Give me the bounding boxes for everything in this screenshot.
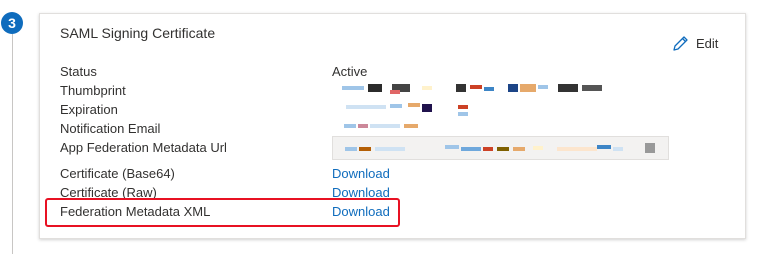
expiration-label: Expiration [60,102,118,117]
thumbprint-row: Thumbprint [60,81,720,100]
cert-base64-download-link[interactable]: Download [332,164,390,183]
status-value: Active [332,64,368,79]
expiration-row: Expiration [60,100,720,119]
expiration-redacted-value [332,100,632,119]
status-row: Status Active [60,62,720,81]
pencil-icon [672,35,689,52]
saml-signing-certificate-section: 3 SAML Signing Certificate Edit Status A… [0,0,782,254]
thumbprint-redacted-value [332,81,632,100]
metadata-url-field[interactable] [332,136,669,160]
edit-label: Edit [696,36,719,51]
edit-button[interactable]: Edit [672,35,718,52]
highlight-box [45,198,400,227]
cert-base64-label: Certificate (Base64) [60,166,175,181]
cert-base64-row: Certificate (Base64) Download [60,164,720,183]
status-label: Status [60,64,97,79]
step-number-badge: 3 [1,12,23,34]
step-connector-line [12,34,13,254]
card-title: SAML Signing Certificate [60,25,216,41]
thumbprint-label: Thumbprint [60,83,126,98]
metadata-url-row: App Federation Metadata Url [60,136,720,160]
notification-email-label: Notification Email [60,121,161,136]
metadata-url-label: App Federation Metadata Url [60,140,227,155]
